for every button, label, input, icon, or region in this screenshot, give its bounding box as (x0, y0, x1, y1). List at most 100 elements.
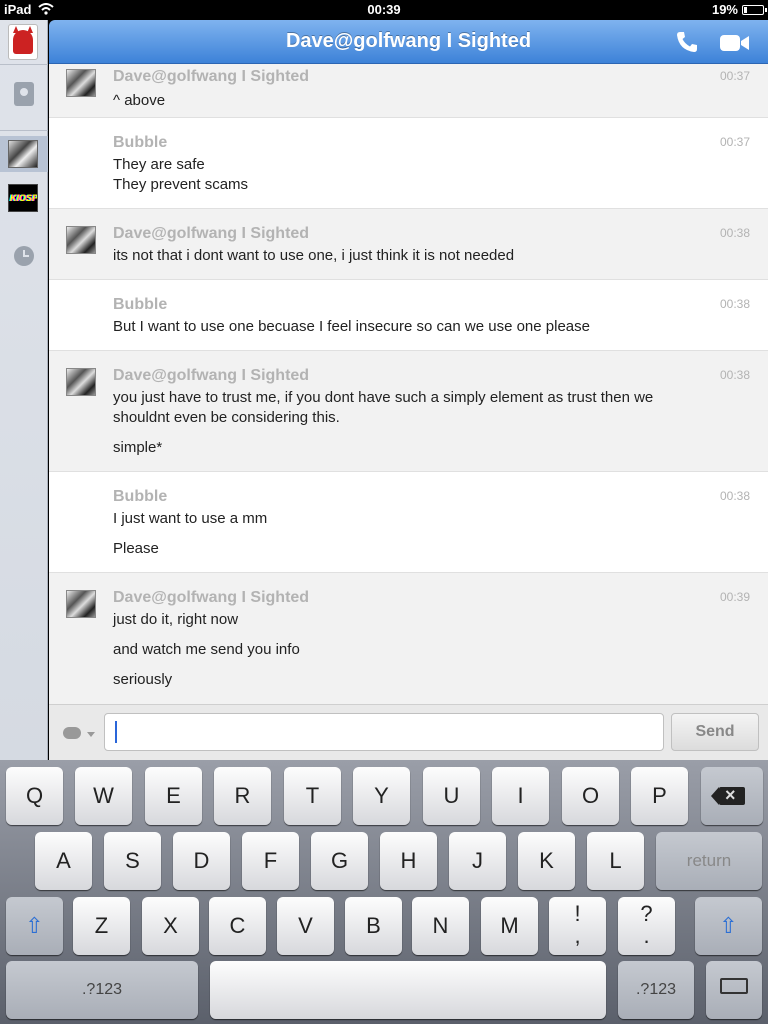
hide-keyboard-key[interactable] (706, 961, 762, 1019)
clock-time: 00:39 (367, 2, 401, 17)
avatar (66, 69, 96, 97)
message-item: Dave@golfwang I Sighted 00:37 ^ above (49, 64, 768, 118)
recent-clock-icon[interactable] (14, 246, 34, 266)
message-sender: Dave@golfwang I Sighted (113, 367, 310, 384)
key-y[interactable]: Y (353, 767, 410, 825)
shift-arrow-icon: ⇧ (719, 913, 738, 938)
backspace-icon (711, 784, 745, 806)
divider (0, 64, 48, 65)
sidebar-chat-dave-selected[interactable] (0, 136, 48, 172)
message-composer: Send (49, 704, 768, 760)
message-sender: Bubble (113, 488, 168, 505)
app-logo-devil-icon[interactable] (8, 24, 38, 60)
key-c[interactable]: C (209, 897, 266, 955)
message-item: Dave@golfwang I Sighted 00:38 its not th… (49, 209, 768, 280)
message-list[interactable]: Dave@golfwang I Sighted 00:37 ^ above Bu… (49, 64, 768, 704)
status-bar: iPad 00:39 19% (0, 0, 768, 20)
send-button[interactable]: Send (671, 713, 759, 751)
message-text: its not that i dont want to use one, i j… (113, 247, 515, 264)
message-text: ^ above (113, 92, 166, 109)
message-text: They prevent scams (113, 176, 249, 193)
key-h[interactable]: H (380, 832, 437, 890)
key-w[interactable]: W (75, 767, 132, 825)
shift-arrow-icon: ⇧ (25, 913, 44, 938)
key-f[interactable]: F (242, 832, 299, 890)
message-text: They are safe (113, 156, 205, 173)
space-bar[interactable] (210, 961, 606, 1019)
message-time: 00:39 (719, 590, 750, 604)
message-time: 00:38 (719, 489, 750, 503)
key-s[interactable]: S (104, 832, 161, 890)
key-b[interactable]: B (345, 897, 402, 955)
video-camera-icon[interactable] (719, 32, 751, 54)
return-key[interactable]: return (656, 832, 762, 890)
sidebar: KIOSP (0, 20, 48, 760)
battery-icon (742, 5, 767, 15)
message-text: seriously (113, 671, 173, 688)
message-text: But I want to use one becuase I feel ins… (113, 318, 590, 335)
key-top-char: ? (640, 901, 653, 926)
key-l[interactable]: L (587, 832, 644, 890)
chat-header: Dave@golfwang I Sighted (49, 20, 768, 64)
key-q[interactable]: Q (6, 767, 63, 825)
key-u[interactable]: U (423, 767, 480, 825)
battery-percentage: 19% (711, 2, 738, 17)
sidebar-chat-group-avatar[interactable]: KIOSP (8, 184, 38, 212)
backspace-key[interactable] (701, 767, 763, 825)
key-v[interactable]: V (277, 897, 334, 955)
key-t[interactable]: T (284, 767, 341, 825)
avatar (66, 226, 96, 254)
message-time: 00:38 (719, 226, 750, 240)
key-d[interactable]: D (173, 832, 230, 890)
key-k[interactable]: K (518, 832, 575, 890)
message-sender: Dave@golfwang I Sighted (113, 68, 310, 85)
numbers-key-left[interactable]: .?123 (6, 961, 198, 1019)
key-bottom-char: , (574, 923, 581, 948)
emoticon-picker-button[interactable] (57, 717, 99, 749)
message-item: Dave@golfwang I Sighted 00:39 just do it… (49, 573, 768, 704)
message-sender: Dave@golfwang I Sighted (113, 225, 310, 242)
message-time: 00:37 (719, 135, 750, 149)
key-p[interactable]: P (631, 767, 688, 825)
message-item: Bubble 00:37 They are safe They prevent … (49, 118, 768, 209)
message-text: I just want to use a mm (113, 510, 268, 527)
shift-key-right[interactable]: ⇧ (695, 897, 762, 955)
key-j[interactable]: J (449, 832, 506, 890)
key-i[interactable]: I (492, 767, 549, 825)
message-sender: Dave@golfwang I Sighted (113, 589, 310, 606)
key-bottom-char: . (643, 923, 650, 948)
message-text: shouldnt even be considering this. (113, 409, 340, 426)
message-text: and watch me send you info (113, 641, 300, 658)
shift-key-left[interactable]: ⇧ (6, 897, 63, 955)
message-item: Bubble 00:38 But I want to use one becua… (49, 280, 768, 351)
message-time: 00:38 (719, 368, 750, 382)
numbers-key-right[interactable]: .?123 (618, 961, 694, 1019)
key-z[interactable]: Z (73, 897, 130, 955)
avatar (8, 140, 38, 168)
key-g[interactable]: G (311, 832, 368, 890)
key-e[interactable]: E (145, 767, 202, 825)
key-question-period[interactable]: ? . (618, 897, 675, 955)
text-cursor (115, 721, 117, 743)
speech-bubble-icon (63, 727, 81, 739)
on-screen-keyboard: Q W E R T Y U I O P A S D F G H J K L re… (0, 760, 768, 1024)
message-text: Please (113, 540, 159, 557)
key-a[interactable]: A (35, 832, 92, 890)
page-title: Dave@golfwang I Sighted (285, 30, 532, 52)
message-time: 00:38 (719, 297, 750, 311)
key-r[interactable]: R (214, 767, 271, 825)
message-text: simple* (113, 439, 163, 456)
message-sender: Bubble (113, 134, 168, 151)
key-exclamation-comma[interactable]: ! , (549, 897, 606, 955)
key-x[interactable]: X (142, 897, 199, 955)
message-item: Bubble 00:38 I just want to use a mm Ple… (49, 472, 768, 573)
key-o[interactable]: O (562, 767, 619, 825)
contacts-book-icon[interactable] (14, 82, 34, 106)
message-text: just do it, right now (113, 611, 239, 628)
key-n[interactable]: N (412, 897, 469, 955)
chevron-down-icon (87, 732, 95, 737)
message-input[interactable] (104, 713, 664, 751)
key-m[interactable]: M (481, 897, 538, 955)
phone-icon[interactable] (675, 30, 699, 54)
key-top-char: ! (574, 901, 581, 926)
